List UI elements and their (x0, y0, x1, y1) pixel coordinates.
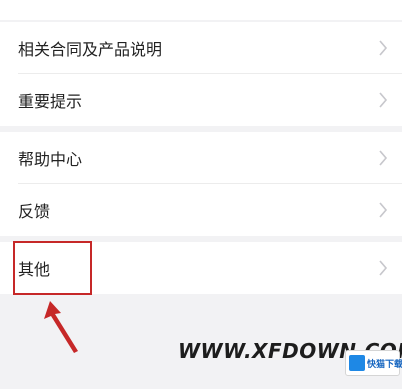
menu-item-label: 反馈 (18, 202, 51, 221)
menu-item-contracts[interactable]: 相关合同及产品说明 (0, 22, 402, 74)
top-section-remnant (0, 0, 402, 20)
menu-item-important-notice[interactable]: 重要提示 (0, 74, 402, 126)
menu-group-1: 相关合同及产品说明 重要提示 (0, 22, 402, 126)
logo-mark-icon (349, 355, 365, 371)
chevron-right-icon (378, 202, 388, 218)
menu-item-label: 重要提示 (18, 92, 83, 111)
chevron-right-icon (378, 150, 388, 166)
menu-item-label: 帮助中心 (18, 150, 83, 169)
chevron-right-icon (378, 260, 388, 276)
menu-item-label: 相关合同及产品说明 (18, 40, 163, 59)
menu-item-help-center[interactable]: 帮助中心 (0, 132, 402, 184)
menu-group-2: 帮助中心 反馈 (0, 132, 402, 236)
chevron-right-icon (378, 40, 388, 56)
watermark-logo: 快猫下载网 (345, 350, 402, 376)
highlight-box (13, 241, 92, 295)
chevron-right-icon (378, 92, 388, 108)
watermark-logo-text: 快猫下载网 (367, 360, 402, 370)
annotation-arrow-icon (44, 301, 78, 353)
menu-item-feedback[interactable]: 反馈 (0, 184, 402, 236)
